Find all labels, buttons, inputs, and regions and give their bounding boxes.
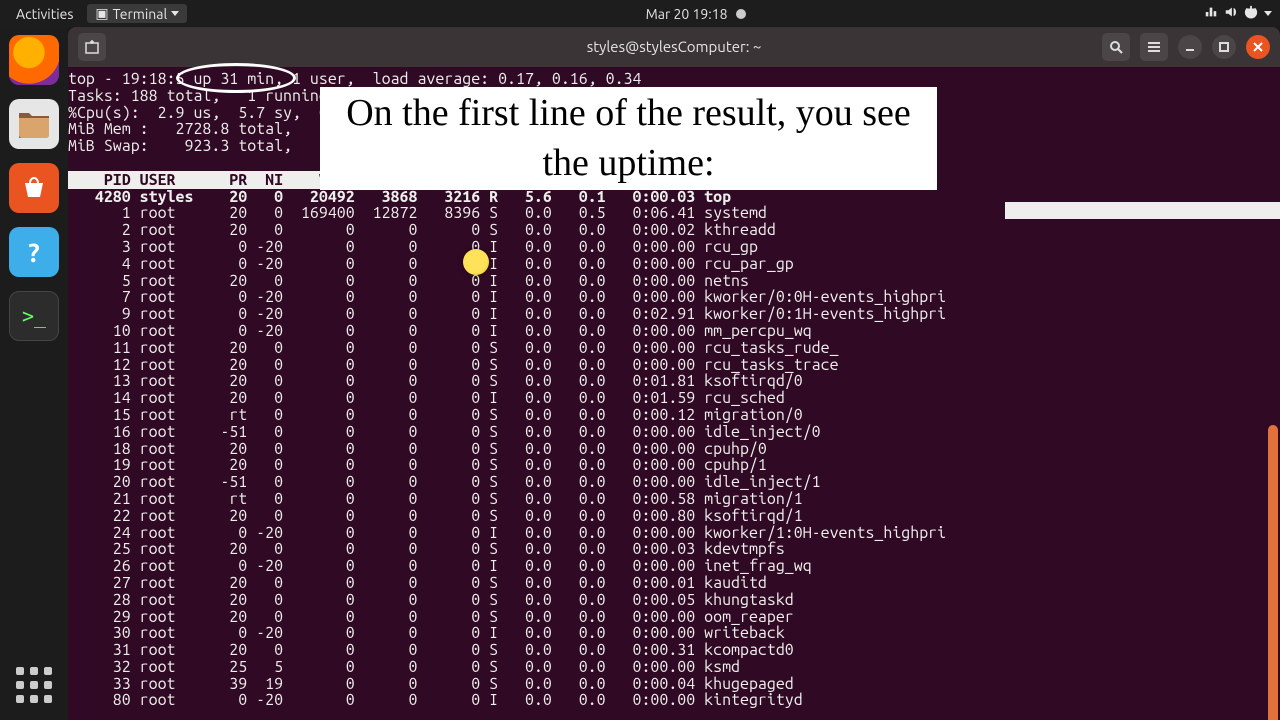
process-row: 10 root 0 -20 0 0 0 I 0.0 0.0 0:00.00 mm…: [68, 322, 812, 340]
process-row: 7 root 0 -20 0 0 0 I 0.0 0.0 0:00.00 kwo…: [68, 288, 946, 306]
process-row: 28 root 20 0 0 0 0 S 0.0 0.0 0:00.05 khu…: [68, 591, 794, 609]
process-row: 24 root 0 -20 0 0 0 I 0.0 0.0 0:00.00 kw…: [68, 524, 946, 542]
show-applications[interactable]: [9, 660, 59, 710]
process-row: 18 root 20 0 0 0 0 S 0.0 0.0 0:00.00 cpu…: [68, 440, 767, 458]
volume-icon[interactable]: [1224, 5, 1238, 22]
process-row: 15 root rt 0 0 0 0 S 0.0 0.0 0:00.12 mig…: [68, 406, 803, 424]
process-row: 33 root 39 19 0 0 0 S 0.0 0.0 0:00.04 kh…: [68, 675, 794, 693]
process-row: 13 root 20 0 0 0 0 S 0.0 0.0 0:01.81 kso…: [68, 372, 803, 390]
process-row: 14 root 20 0 0 0 0 I 0.0 0.0 0:01.59 rcu…: [68, 389, 785, 407]
process-row: 22 root 20 0 0 0 0 S 0.0 0.0 0:00.80 kso…: [68, 507, 803, 525]
chevron-down-icon: [171, 11, 179, 16]
recording-indicator-icon[interactable]: [736, 9, 746, 19]
process-row: 21 root rt 0 0 0 0 S 0.0 0.0 0:00.58 mig…: [68, 490, 803, 508]
gnome-top-bar: Activities ▣ Terminal Mar 20 19:18: [0, 0, 1280, 27]
process-row: 3 root 0 -20 0 0 0 I 0.0 0.0 0:00.00 rcu…: [68, 238, 758, 256]
terminal-scrollbar[interactable]: [1268, 425, 1278, 720]
process-row: 12 root 20 0 0 0 0 S 0.0 0.0 0:00.00 rcu…: [68, 356, 839, 374]
minimize-button[interactable]: [1178, 35, 1202, 59]
dock-software[interactable]: [9, 163, 59, 213]
process-row: 4280 styles 20 0 20492 3868 3216 R 5.6 0…: [68, 188, 731, 206]
process-row: 19 root 20 0 0 0 0 S 0.0 0.0 0:00.00 cpu…: [68, 456, 767, 474]
process-row: 11 root 20 0 0 0 0 S 0.0 0.0 0:00.00 rcu…: [68, 339, 839, 357]
search-button[interactable]: [1102, 33, 1130, 61]
top-summary-swap: MiB Swap: 923.3 total, 9: [68, 137, 337, 155]
process-row: 20 root -51 0 0 0 0 S 0.0 0.0 0:00.00 id…: [68, 473, 821, 491]
hamburger-menu-button[interactable]: [1140, 33, 1168, 61]
top-header-row: PID USER PR NI VI: [68, 171, 337, 189]
top-header-row-extension: [1005, 202, 1280, 219]
process-row: 5 root 20 0 0 0 0 I 0.0 0.0 0:00.00 netn…: [68, 272, 749, 290]
process-row: 4 root 0 -20 0 0 0 I 0.0 0.0 0:00.00 rcu…: [68, 255, 794, 273]
process-row: 31 root 20 0 0 0 0 S 0.0 0.0 0:00.31 kco…: [68, 641, 794, 659]
process-row: 32 root 25 5 0 0 0 S 0.0 0.0 0:00.00 ksm…: [68, 658, 740, 676]
top-summary-mem: MiB Mem : 2728.8 total, 1: [68, 120, 328, 138]
activities-button[interactable]: Activities: [8, 4, 81, 24]
dock-terminal[interactable]: >_: [9, 291, 59, 341]
process-row: 29 root 20 0 0 0 0 S 0.0 0.0 0:00.00 oom…: [68, 608, 794, 626]
terminal-icon: ▣: [95, 5, 108, 22]
process-row: 30 root 0 -20 0 0 0 I 0.0 0.0 0:00.00 wr…: [68, 624, 785, 642]
dock: ? >_: [0, 27, 68, 720]
process-row: 2 root 20 0 0 0 0 S 0.0 0.0 0:00.02 kthr…: [68, 221, 776, 239]
dock-help[interactable]: ?: [9, 227, 59, 277]
process-row: 16 root -51 0 0 0 0 S 0.0 0.0 0:00.00 id…: [68, 423, 821, 441]
app-menu[interactable]: ▣ Terminal: [87, 4, 187, 23]
process-row: 9 root 0 -20 0 0 0 I 0.0 0.0 0:02.91 kwo…: [68, 305, 946, 323]
terminal-titlebar: styles@stylesComputer: ~: [68, 27, 1280, 67]
process-row: 26 root 0 -20 0 0 0 I 0.0 0.0 0:00.00 in…: [68, 557, 812, 575]
dock-files[interactable]: [9, 99, 59, 149]
power-icon[interactable]: [1244, 5, 1258, 22]
process-row: 27 root 20 0 0 0 0 S 0.0 0.0 0:00.01 kau…: [68, 574, 767, 592]
top-summary-cpu: %Cpu(s): 2.9 us, 5.7 sy, 0.: [68, 104, 337, 122]
close-button[interactable]: [1246, 35, 1270, 59]
annotation-text-box: On the first line of the result, you see…: [320, 87, 937, 190]
window-title: styles@stylesComputer: ~: [587, 39, 762, 56]
top-summary-tasks: Tasks: 188 total, 1 running,: [68, 87, 337, 105]
network-icon[interactable]: [1204, 5, 1218, 22]
app-menu-label: Terminal: [113, 6, 168, 22]
dock-firefox[interactable]: [9, 35, 59, 85]
chevron-down-icon[interactable]: [1264, 11, 1272, 16]
process-row: 1 root 20 0 169400 12872 8396 S 0.0 0.5 …: [68, 204, 767, 222]
clock[interactable]: Mar 20 19:18: [646, 6, 728, 22]
maximize-button[interactable]: [1212, 35, 1236, 59]
process-row: 80 root 0 -20 0 0 0 I 0.0 0.0 0:00.00 ki…: [68, 691, 803, 709]
top-summary-line-1: top - 19:18:5 up 31 min, 1 user, load av…: [68, 70, 641, 88]
new-tab-button[interactable]: [78, 33, 106, 61]
process-row: 25 root 20 0 0 0 0 S 0.0 0.0 0:00.03 kde…: [68, 540, 785, 558]
